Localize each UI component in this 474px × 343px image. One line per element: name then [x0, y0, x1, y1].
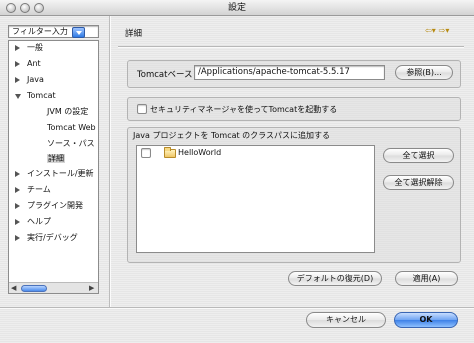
scrollbar-thumb[interactable] [21, 285, 47, 292]
tree-item-label: 一般 [27, 43, 43, 52]
tree-item-label: ソース・パス [47, 139, 95, 148]
preferences-tree: 一般 Ant Java Tomcat JVM の設定 Tomcat Web ソー… [8, 40, 99, 294]
cancel-button[interactable]: キャンセル [306, 312, 386, 328]
tree-item-label: チーム [27, 185, 51, 194]
footer-separator [0, 307, 474, 308]
expand-arrow-icon[interactable] [15, 171, 20, 177]
tree-item-label: 実行/デバッグ [27, 233, 78, 242]
expand-arrow-icon[interactable] [15, 45, 20, 51]
tree-item-label: インストール/更新 [27, 169, 94, 178]
filter-dropdown-button[interactable] [72, 27, 85, 38]
header-separator [118, 46, 464, 47]
apply-button[interactable]: 適用(A) [395, 271, 458, 286]
tree-item-label: プラグイン開発 [27, 201, 83, 210]
expand-arrow-icon[interactable] [15, 219, 20, 225]
ok-button[interactable]: OK [394, 312, 458, 328]
close-window-button[interactable] [6, 3, 16, 13]
security-manager-label: セキュリティマネージャを使ってTomcatを起動する [150, 105, 338, 114]
tree-horizontal-scrollbar[interactable]: ◀ ▶ [9, 282, 98, 293]
tree-item-label: JVM の設定 [47, 107, 89, 116]
tree-item-label: Tomcat Web [47, 123, 96, 132]
back-arrow-icon[interactable]: ⇦▾ [425, 26, 436, 35]
scroll-right-arrow-icon[interactable]: ▶ [89, 284, 94, 293]
scroll-left-arrow-icon[interactable]: ◀ [11, 284, 16, 293]
tree-item-label: 詳細 [47, 154, 65, 163]
project-checkbox-helloworld[interactable] [141, 148, 151, 158]
tree-item-label: ヘルプ [27, 217, 51, 226]
expand-arrow-icon[interactable] [15, 235, 20, 241]
project-folder-icon [164, 147, 176, 158]
panel-divider-highlight [110, 16, 111, 308]
forward-arrow-icon[interactable]: ⇨▾ [439, 26, 450, 35]
tree-item-label: Ant [27, 59, 41, 68]
expand-arrow-icon[interactable] [15, 187, 20, 193]
expand-arrow-icon[interactable] [15, 203, 20, 209]
zoom-window-button[interactable] [34, 3, 44, 13]
tree-item-label: Java [27, 75, 44, 84]
expand-arrow-icon[interactable] [15, 77, 20, 83]
history-navigation: ⇦▾ ⇨▾ [425, 24, 449, 36]
filter-input[interactable]: フィルター入力 [8, 25, 99, 38]
page-title: 詳細 [125, 29, 143, 39]
window-title: 設定 [227, 3, 246, 13]
tree-item-tomcat-web[interactable]: Tomcat Web [47, 122, 96, 134]
security-manager-checkbox[interactable] [137, 104, 147, 114]
tomcat-base-label: Tomcatベース [137, 70, 193, 80]
classpath-group-title: Java プロジェクトを Tomcat のクラスパスに追加する [133, 131, 331, 140]
tree-item-jvm-settings[interactable]: JVM の設定 [47, 106, 88, 118]
window-titlebar: 設定 [0, 0, 474, 16]
tree-item-source-path[interactable]: ソース・パス [47, 138, 95, 150]
tree-item-advanced-selected[interactable]: 詳細 [47, 153, 65, 165]
project-name-helloworld: HelloWorld [178, 148, 222, 157]
restore-defaults-button[interactable]: デフォルトの復元(D) [288, 271, 382, 286]
expand-arrow-icon[interactable] [15, 61, 20, 67]
browse-button[interactable]: 参照(B)... [395, 65, 453, 80]
tree-item-label: Tomcat [27, 91, 56, 100]
window-controls [6, 3, 44, 13]
minimize-window-button[interactable] [20, 3, 30, 13]
tomcat-base-path-input[interactable]: /Applications/apache-tomcat-5.5.17 [194, 65, 385, 80]
select-all-button[interactable]: 全て選択 [383, 148, 454, 163]
collapse-arrow-icon[interactable] [15, 94, 21, 99]
project-list [136, 145, 375, 253]
deselect-all-button[interactable]: 全て選択解除 [383, 175, 454, 190]
